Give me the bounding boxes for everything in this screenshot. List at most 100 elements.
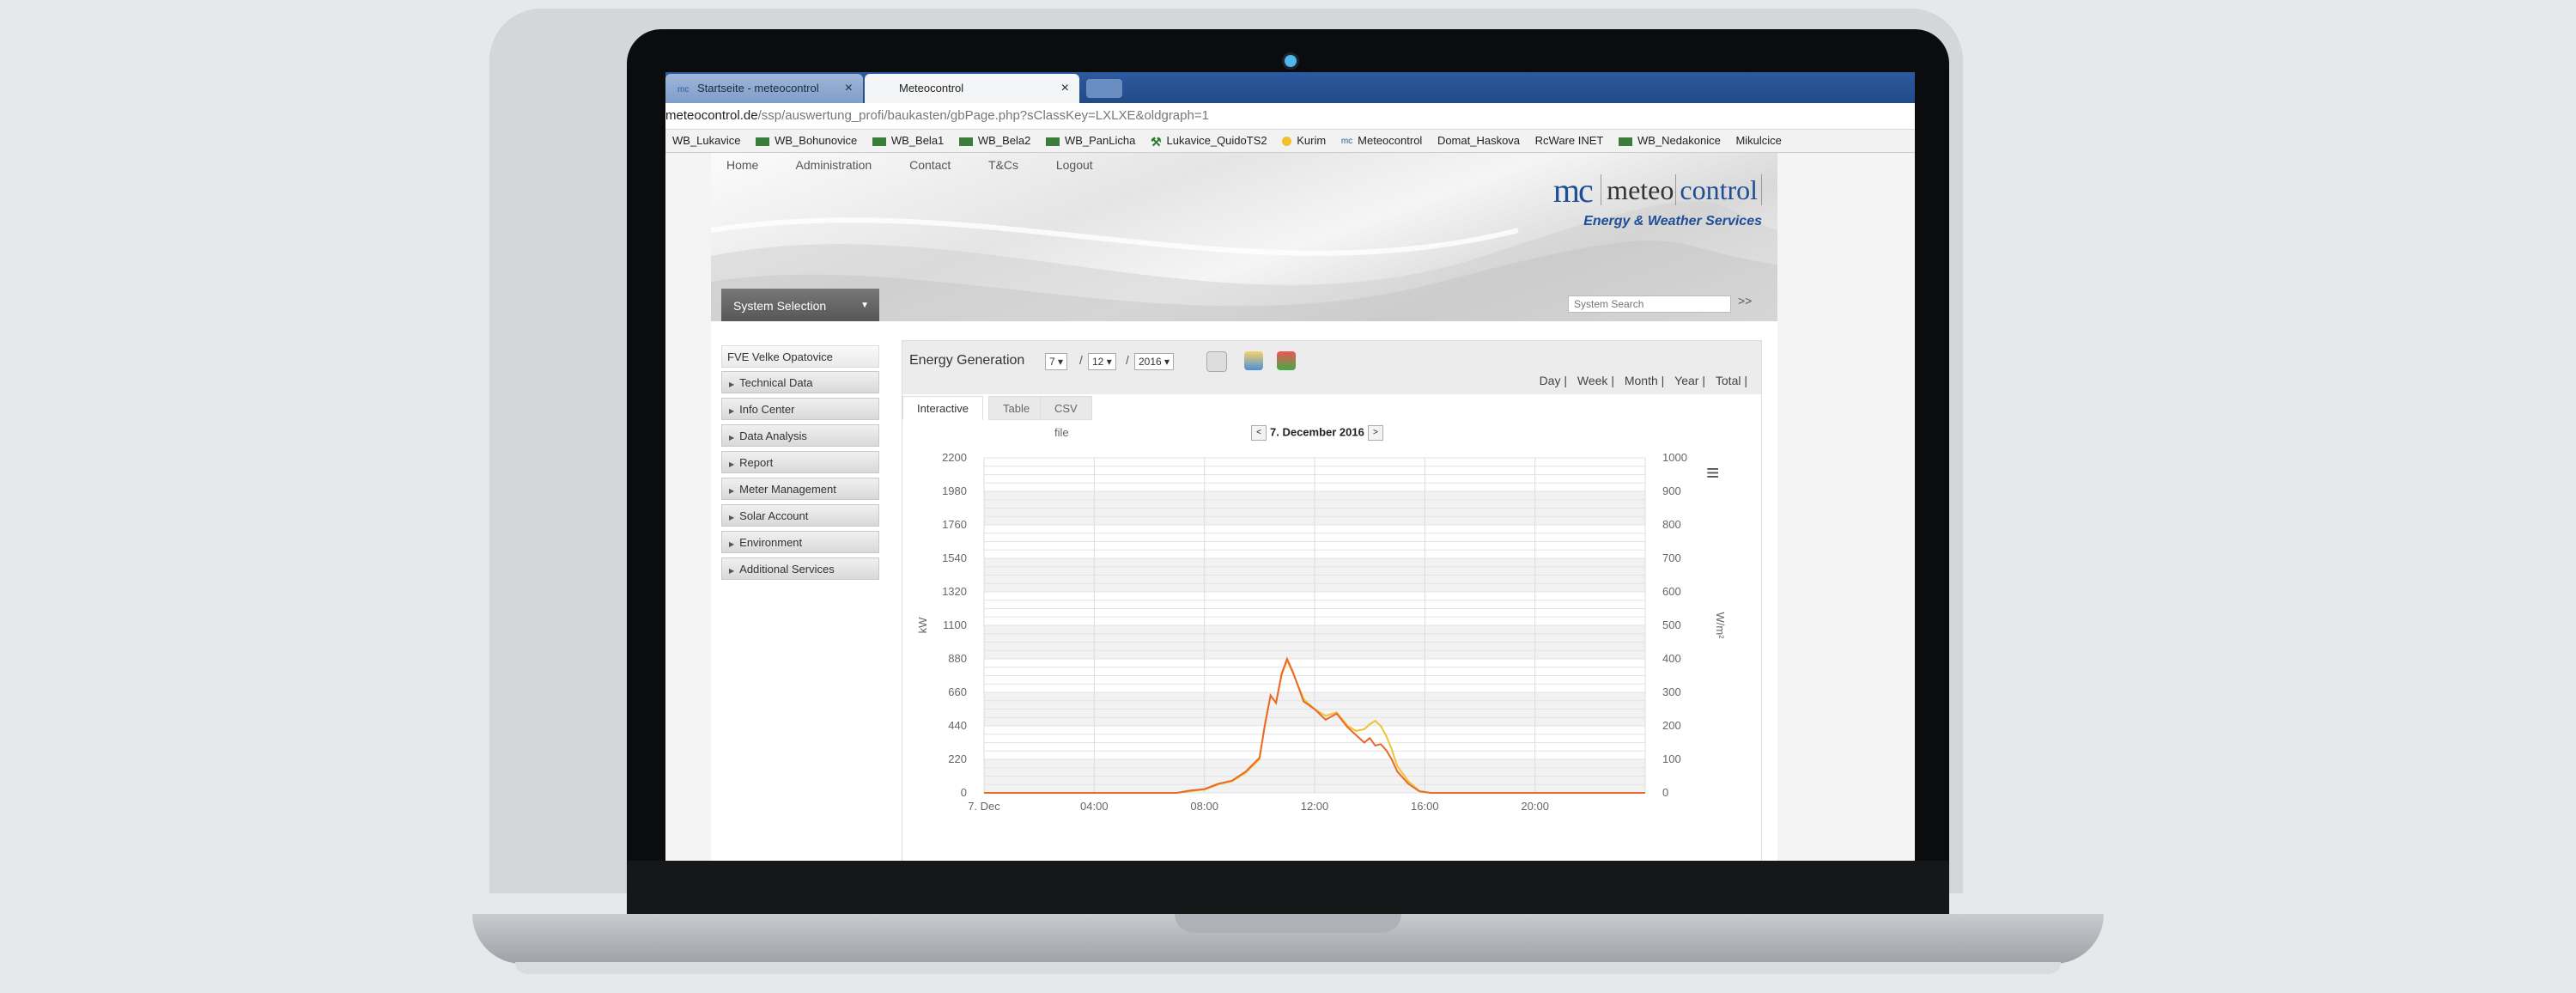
period-total[interactable]: Total | — [1716, 374, 1747, 387]
date-separator: / — [1126, 353, 1129, 367]
bookmark[interactable]: WB_Bohunovice — [756, 130, 857, 152]
bookmark[interactable]: Kurim — [1282, 130, 1326, 152]
tab-csv-file[interactable]: CSV file — [1040, 396, 1092, 439]
tool-icon: ⚒ — [1150, 134, 1162, 149]
sidebar-item-technical-data[interactable]: ▶ Technical Data — [721, 371, 879, 393]
logo-word: control — [1675, 174, 1762, 205]
top-nav: Home Administration Contact T&Cs Logout — [726, 158, 1127, 172]
energy-chart: 0 220 440 660 880 1100 1320 1540 1760 1980 2200 0 10… — [916, 451, 1727, 813]
bookmark[interactable]: Mikulcice — [1735, 130, 1781, 152]
y-tick-label: 0 — [961, 786, 967, 799]
period-selector: Day | Week | Month | Year | Total | — [1533, 374, 1747, 387]
bookmark[interactable]: WB_Lukavice — [672, 130, 740, 152]
y-axis-label: kW — [916, 617, 929, 634]
sun-icon — [1282, 137, 1292, 147]
x-tick-label: 04:00 — [1080, 800, 1109, 813]
period-year[interactable]: Year | — [1674, 374, 1705, 387]
sidebar-item-meter-management[interactable]: ▶ Meter Management — [721, 478, 879, 500]
search-go-button[interactable]: >> — [1738, 294, 1752, 308]
bookmark[interactable]: WB_Nedakonice — [1619, 130, 1721, 152]
chart-settings-icon[interactable] — [1244, 351, 1263, 370]
tab-bar: mc Startseite - meteocontrol × Meteocont… — [665, 72, 1915, 103]
bookmark[interactable]: WB_PanLicha — [1045, 130, 1135, 152]
bookmark[interactable]: RcWare INET — [1535, 130, 1604, 152]
sidebar-item-environment[interactable]: ▶ Environment — [721, 531, 879, 553]
logo-mark: mc — [1552, 171, 1594, 210]
bookmark[interactable]: WB_Bela2 — [958, 130, 1030, 152]
month-select[interactable]: 12 ▾ — [1088, 353, 1116, 370]
nav-logout[interactable]: Logout — [1056, 158, 1093, 172]
bookmark[interactable]: WB_Bela1 — [872, 130, 944, 152]
y-tick-label: 2200 — [942, 451, 967, 464]
nav-tcs[interactable]: T&Cs — [988, 158, 1018, 172]
next-day-button[interactable]: > — [1367, 425, 1383, 441]
y-tick-label: 1100 — [943, 618, 967, 631]
site-header: Home Administration Contact T&Cs Logout … — [711, 153, 1777, 321]
y2-tick-label: 0 — [1662, 786, 1668, 799]
plant-name[interactable]: FVE Velke Opatovice — [721, 345, 879, 368]
bookmarks-bar: WB_Lukavice WB_Bohunovice WB_Bela1 WB_Be… — [665, 130, 1915, 153]
sidebar-item-additional-services[interactable]: ▶ Additional Services — [721, 557, 879, 580]
period-month[interactable]: Month | — [1625, 374, 1664, 387]
x-tick-label: 12:00 — [1301, 800, 1329, 813]
y-tick-label: 440 — [948, 719, 967, 732]
nav-home[interactable]: Home — [726, 158, 758, 172]
period-week[interactable]: Week | — [1577, 374, 1614, 387]
site-container: Home Administration Contact T&Cs Logout … — [711, 153, 1777, 861]
y-tick-label: 880 — [948, 652, 967, 665]
y2-tick-label: 800 — [1662, 518, 1681, 531]
triangle-right-icon: ▶ — [729, 487, 735, 495]
y-tick-label: 220 — [948, 752, 967, 765]
nav-contact[interactable]: Contact — [909, 158, 951, 172]
triangle-right-icon: ▶ — [729, 540, 735, 548]
webcam — [1285, 55, 1297, 67]
prev-day-button[interactable]: < — [1251, 425, 1267, 441]
page: Home Administration Contact T&Cs Logout … — [665, 153, 1915, 861]
close-icon[interactable]: × — [845, 74, 853, 103]
system-search-input[interactable] — [1568, 295, 1731, 313]
period-day[interactable]: Day | — [1540, 374, 1567, 387]
panel-title: Energy Generation — [909, 353, 1025, 368]
laptop-notch — [1175, 914, 1401, 933]
y-tick-label: 1540 — [942, 551, 967, 564]
bookmark[interactable]: mc Meteocontrol — [1341, 130, 1423, 152]
address-bar[interactable]: meteocontrol.de/ssp/auswertung_profi/bau… — [665, 103, 1915, 130]
triangle-right-icon: ▶ — [729, 381, 735, 388]
tab-label: Startseite - meteocontrol — [696, 82, 819, 94]
sidebar-item-report[interactable]: ▶ Report — [721, 451, 879, 473]
meteocontrol-logo: mc meteo control Energy & Weather Service… — [1553, 170, 1762, 229]
y-tick-label: 1320 — [942, 585, 967, 598]
tab-table[interactable]: Table — [988, 396, 1045, 420]
nav-administration[interactable]: Administration — [795, 158, 872, 172]
y2-tick-label: 200 — [1662, 719, 1681, 732]
y-tick-label: 1980 — [942, 484, 967, 497]
tab-meteocontrol[interactable]: Meteocontrol × — [865, 74, 1079, 103]
bookmark[interactable]: ⚒ Lukavice_QuidoTS2 — [1150, 130, 1267, 152]
refresh-icon[interactable] — [1206, 351, 1227, 372]
date-separator: / — [1079, 353, 1083, 367]
system-selection-label: System Selection — [733, 299, 827, 313]
y2-tick-label: 1000 — [1662, 451, 1687, 464]
tab-interactive[interactable]: Interactive — [902, 396, 983, 420]
bookmark[interactable]: Domat_Haskova — [1437, 130, 1520, 152]
tab-label: Meteocontrol — [899, 82, 964, 94]
y2-tick-label: 500 — [1662, 618, 1681, 631]
bezel-bottom — [627, 861, 1949, 914]
panel-header: Energy Generation 7 ▾ / 12 ▾ / 2016 ▾ Da… — [902, 341, 1761, 394]
close-icon[interactable]: × — [1061, 74, 1069, 103]
day-select[interactable]: 7 ▾ — [1045, 353, 1068, 370]
tab-startseite[interactable]: mc Startseite - meteocontrol × — [665, 74, 863, 103]
y2-axis-label: W/m² — [1714, 612, 1727, 639]
sidebar-item-solar-account[interactable]: ▶ Solar Account — [721, 504, 879, 527]
triangle-right-icon: ▶ — [729, 460, 735, 468]
new-tab-button[interactable] — [1086, 79, 1122, 98]
sidebar-item-info-center[interactable]: ▶ Info Center — [721, 398, 879, 420]
year-select[interactable]: 2016 ▾ — [1134, 353, 1175, 370]
x-tick-label: 16:00 — [1411, 800, 1439, 813]
triangle-right-icon: ▶ — [729, 434, 735, 442]
calendar-icon[interactable] — [1277, 351, 1296, 370]
sidebar-item-data-analysis[interactable]: ▶ Data Analysis — [721, 424, 879, 447]
x-tick-label: 20:00 — [1521, 800, 1549, 813]
folder-icon — [756, 137, 770, 146]
system-selection-dropdown[interactable]: System Selection ▼ — [721, 289, 879, 321]
